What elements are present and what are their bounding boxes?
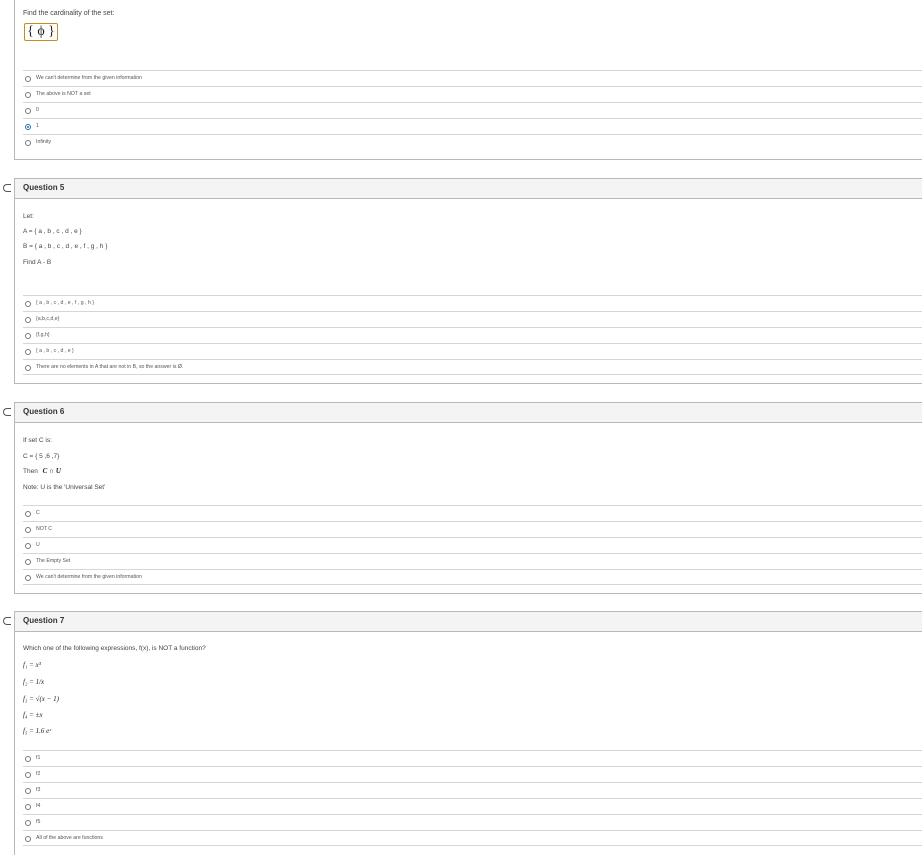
question-text-line: If set C is: (23, 437, 52, 444)
function-f4: f₄ = ±x (23, 711, 43, 719)
function-f5: f₅ = 1.6 eˣ (23, 727, 52, 735)
intersection-expression: C ∩ U (42, 467, 61, 475)
radio-button[interactable] (25, 527, 31, 533)
answer-label: f1 (36, 755, 41, 761)
question-text-line: C = { 5 ,6 ,7} (23, 453, 60, 460)
question-text-line: Find A - B (23, 259, 52, 266)
answer-label: 0 (36, 107, 39, 113)
radio-button[interactable] (25, 317, 31, 323)
set-expression: { ϕ } (24, 23, 58, 41)
radio-button[interactable] (25, 543, 31, 549)
question-text-line: B = { a , b , c , d , e , f , g , h } (23, 243, 108, 250)
radio-button[interactable] (25, 788, 31, 794)
empty-set-symbol: { ϕ } (27, 24, 55, 39)
answer-option[interactable]: There are no elements in A that are not … (23, 359, 922, 375)
answer-option[interactable]: We can't determine from the given inform… (23, 70, 922, 86)
radio-button[interactable] (25, 511, 31, 517)
answer-option[interactable]: All of the above are functions (23, 830, 922, 846)
answer-option[interactable]: The above is NOT a set (23, 86, 922, 102)
answer-option[interactable]: The Empty Set (23, 553, 922, 569)
radio-button[interactable] (25, 92, 31, 98)
radio-button[interactable] (25, 108, 31, 114)
answer-option[interactable]: f5 (23, 814, 922, 830)
question-5-card: Question 5 Let: A = { a , b , c , d , e … (3, 178, 922, 384)
radio-button[interactable] (25, 756, 31, 762)
question-text-line: Note: U is the 'Universal Set' (23, 484, 106, 491)
answer-label: There are no elements in A that are not … (36, 364, 184, 370)
answer-option[interactable]: NOT C (23, 521, 922, 537)
flag-question-icon[interactable] (3, 184, 11, 192)
question-7-card: Question 7 Which one of the following ex… (3, 611, 922, 855)
question-title: Question 6 (23, 407, 65, 416)
answer-option[interactable]: f4 (23, 798, 922, 814)
answer-label: f4 (36, 803, 41, 809)
question-header: Question 6 (15, 403, 922, 423)
answer-label: U (36, 542, 40, 548)
radio-button[interactable] (25, 575, 31, 581)
answer-option[interactable]: { a , b , c , d , e } (23, 343, 922, 359)
answer-option[interactable]: {f,g,h} (23, 327, 922, 343)
answer-label: We can't determine from the given inform… (36, 75, 142, 81)
answer-label: f3 (36, 787, 41, 793)
question-title: Question 5 (23, 183, 65, 192)
answer-label: The above is NOT a set (36, 91, 91, 97)
question-4-card: Find the cardinality of the set: { ϕ } W… (14, 0, 922, 160)
flag-question-icon[interactable] (3, 408, 11, 416)
answer-label: The Empty Set (36, 558, 71, 564)
radio-button[interactable] (25, 365, 31, 371)
question-title: Question 7 (23, 616, 65, 625)
radio-button[interactable] (25, 333, 31, 339)
answer-option[interactable]: Infinity (23, 134, 922, 150)
function-f2: f₂ = 1/x (23, 678, 45, 686)
answer-label: { a , b , c , d , e } (36, 348, 74, 354)
answer-option[interactable]: U (23, 537, 922, 553)
radio-button-selected[interactable] (25, 124, 31, 130)
answer-option[interactable]: f1 (23, 750, 922, 766)
question-header: Question 7 (15, 612, 922, 632)
question-prompt: Which one of the following expressions, … (23, 645, 206, 652)
answer-label: Infinity (36, 139, 51, 145)
answer-option[interactable]: {a,b,c,d,e} (23, 311, 922, 327)
radio-button[interactable] (25, 772, 31, 778)
answer-label: C (36, 510, 40, 516)
question-text-line: Let: (23, 213, 34, 220)
question-6-card: Question 6 If set C is: C = { 5 ,6 ,7} T… (3, 402, 922, 594)
answer-label: {a,b,c,d,e} (36, 316, 60, 322)
answer-label: {f,g,h} (36, 332, 50, 338)
radio-button[interactable] (25, 301, 31, 307)
radio-button[interactable] (25, 76, 31, 82)
question-header: Question 5 (15, 179, 922, 199)
answer-option[interactable]: f2 (23, 766, 922, 782)
answer-option[interactable]: f3 (23, 782, 922, 798)
answer-option[interactable]: 1 (23, 118, 922, 134)
radio-button[interactable] (25, 836, 31, 842)
answer-label: NOT C (36, 526, 53, 532)
radio-button[interactable] (25, 820, 31, 826)
answer-option[interactable]: 0 (23, 102, 922, 118)
then-label: Then (23, 468, 38, 475)
answer-option[interactable]: We can't determine from the given inform… (23, 569, 922, 585)
question-text-line: A = { a , b , c , d , e } (23, 228, 82, 235)
answer-label: f5 (36, 819, 41, 825)
answer-option[interactable]: C (23, 505, 922, 521)
radio-button[interactable] (25, 804, 31, 810)
question-prompt: Find the cardinality of the set: (23, 10, 115, 17)
radio-button[interactable] (25, 140, 31, 146)
answer-label: 1 (36, 123, 39, 129)
answer-label: All of the above are functions (36, 835, 103, 841)
question-text-line: Then C ∩ U (23, 467, 61, 475)
answer-label: We can't determine from the given inform… (36, 574, 142, 580)
answer-label: f2 (36, 771, 41, 777)
function-f3: f₃ = √(x − 1) (23, 695, 59, 703)
radio-button[interactable] (25, 559, 31, 565)
radio-button[interactable] (25, 349, 31, 355)
flag-question-icon[interactable] (3, 617, 11, 625)
answer-label: { a , b , c , d , e , f , g , h } (36, 300, 94, 306)
function-f1: f₁ = x³ (23, 661, 41, 669)
answer-option[interactable]: { a , b , c , d , e , f , g , h } (23, 295, 922, 311)
